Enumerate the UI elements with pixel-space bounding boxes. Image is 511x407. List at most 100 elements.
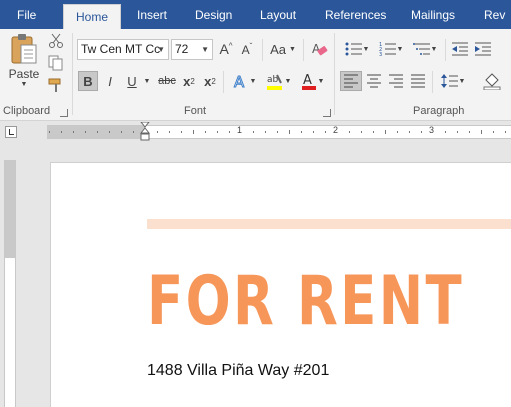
- horizontal-ruler[interactable]: 1 2 3: [0, 121, 511, 143]
- address-text[interactable]: 1488 Villa Piña Way #201: [147, 362, 329, 380]
- clear-formatting-icon: A: [312, 42, 328, 56]
- clear-formatting-button[interactable]: A: [310, 39, 330, 59]
- paragraph-group-label: Paragraph: [413, 105, 465, 117]
- shrink-font-button[interactable]: Aˇ: [238, 39, 256, 59]
- highlight-icon: ab: [266, 74, 282, 90]
- ruler-tick: [361, 131, 362, 133]
- ruler-tick: [469, 131, 470, 133]
- chevron-down-icon: ▼: [288, 45, 296, 53]
- clipboard-dialog-launcher[interactable]: [60, 109, 68, 117]
- ruler-tick: [229, 131, 230, 133]
- ruler-tick: [253, 131, 254, 133]
- strikethrough-button[interactable]: abc: [156, 71, 178, 91]
- ruler-tick: [481, 130, 482, 134]
- superscript-digit: 2: [211, 76, 216, 86]
- group-separator: [72, 33, 73, 115]
- ruler-tick: [385, 130, 386, 134]
- copy-button[interactable]: [47, 54, 65, 72]
- underline-button[interactable]: U: [122, 71, 142, 91]
- ruler-tick: [217, 131, 218, 133]
- document-page[interactable]: FOR RENT 1488 Villa Piña Way #201: [50, 162, 511, 407]
- svg-text:A: A: [234, 73, 245, 90]
- cut-button[interactable]: [47, 32, 65, 50]
- multilevel-list-button[interactable]: ▼: [410, 39, 440, 59]
- tab-selector-icon[interactable]: [5, 126, 17, 138]
- separator: [445, 39, 446, 61]
- increase-indent-button[interactable]: [473, 39, 493, 59]
- tab-references[interactable]: References: [325, 0, 386, 29]
- font-size-value: 72: [175, 42, 189, 56]
- chevron-down-icon: ▼: [143, 77, 151, 85]
- align-left-button[interactable]: [340, 71, 362, 91]
- ruler-tick: [133, 131, 134, 133]
- ruler-tick: [193, 130, 194, 134]
- font-size-field[interactable]: 72 ▼: [171, 39, 213, 60]
- chevron-down-icon: ▼: [396, 45, 404, 53]
- clipboard-group-label: Clipboard: [3, 105, 51, 117]
- tab-review[interactable]: Rev: [484, 0, 505, 29]
- ruler-number: 2: [333, 125, 339, 135]
- svg-text:3: 3: [379, 52, 382, 57]
- numbering-button[interactable]: 123 ▼: [376, 39, 406, 59]
- superscript-button[interactable]: x2: [201, 71, 219, 91]
- chevron-down-icon: ▼: [284, 77, 292, 85]
- tab-insert[interactable]: Insert: [137, 0, 167, 29]
- line-spacing-icon: [440, 74, 458, 88]
- ruler-tick: [97, 131, 98, 133]
- ruler-tick: [85, 131, 86, 133]
- font-color-button[interactable]: A ▼: [297, 71, 327, 91]
- font-dialog-launcher[interactable]: [323, 109, 331, 117]
- ruler-track[interactable]: 1 2 3: [47, 121, 511, 142]
- headline-text[interactable]: FOR RENT: [147, 261, 464, 343]
- ruler-number: 1: [237, 125, 243, 135]
- numbering-icon: 123: [379, 42, 396, 57]
- bullets-button[interactable]: ▼: [342, 39, 372, 59]
- subscript-button[interactable]: x2: [180, 71, 198, 91]
- font-color-icon: A: [301, 73, 316, 90]
- ruler-tick: [61, 131, 62, 133]
- ruler-tick: [289, 130, 290, 134]
- change-case-button[interactable]: Aa ▼: [268, 39, 298, 59]
- font-group-label: Font: [184, 105, 207, 117]
- ruler-tick: [421, 131, 422, 133]
- indent-marker-icon[interactable]: [139, 121, 151, 142]
- tab-file[interactable]: File: [17, 0, 36, 29]
- ruler-tick: [373, 131, 374, 133]
- vertical-ruler[interactable]: [4, 160, 16, 407]
- tab-layout[interactable]: Layout: [260, 0, 296, 29]
- align-right-icon: [389, 74, 403, 88]
- paste-button[interactable]: Paste ▼: [6, 33, 42, 93]
- chevron-down-icon: ▼: [249, 77, 257, 85]
- ruler-tick: [265, 131, 266, 133]
- decrease-indent-button[interactable]: [450, 39, 470, 59]
- align-right-button[interactable]: [386, 71, 406, 91]
- shading-button[interactable]: [481, 71, 503, 91]
- multilevel-list-icon: [412, 43, 430, 55]
- ruler-tick: [157, 131, 158, 133]
- ruler-tick: [397, 131, 398, 133]
- chevron-down-icon: ▼: [430, 45, 438, 53]
- subscript-base: x: [183, 73, 191, 89]
- text-effects-button[interactable]: A ▼: [229, 71, 259, 91]
- ruler-tick: [301, 131, 302, 133]
- format-painter-icon: [48, 78, 61, 92]
- format-painter-button[interactable]: [47, 76, 65, 94]
- cut-icon: [49, 33, 63, 48]
- grow-font-button[interactable]: A^: [217, 39, 235, 59]
- justify-button[interactable]: [408, 71, 428, 91]
- align-left-icon: [344, 74, 358, 88]
- tab-design[interactable]: Design: [195, 0, 232, 29]
- line-spacing-button[interactable]: ▼: [438, 71, 468, 91]
- copy-icon: [48, 55, 63, 71]
- tab-mailings[interactable]: Mailings: [411, 0, 455, 29]
- highlight-button[interactable]: ab ▼: [262, 71, 294, 91]
- bold-button[interactable]: B: [78, 71, 98, 91]
- chevron-down-icon: ▼: [317, 77, 325, 85]
- align-center-button[interactable]: [364, 71, 384, 91]
- underline-options[interactable]: ▼: [142, 71, 152, 91]
- align-center-icon: [367, 74, 381, 88]
- tab-home[interactable]: Home: [63, 4, 122, 29]
- ruler-tick: [205, 131, 206, 133]
- italic-button[interactable]: I: [100, 71, 120, 91]
- font-name-field[interactable]: Tw Cen MT Cc ▼: [77, 39, 169, 60]
